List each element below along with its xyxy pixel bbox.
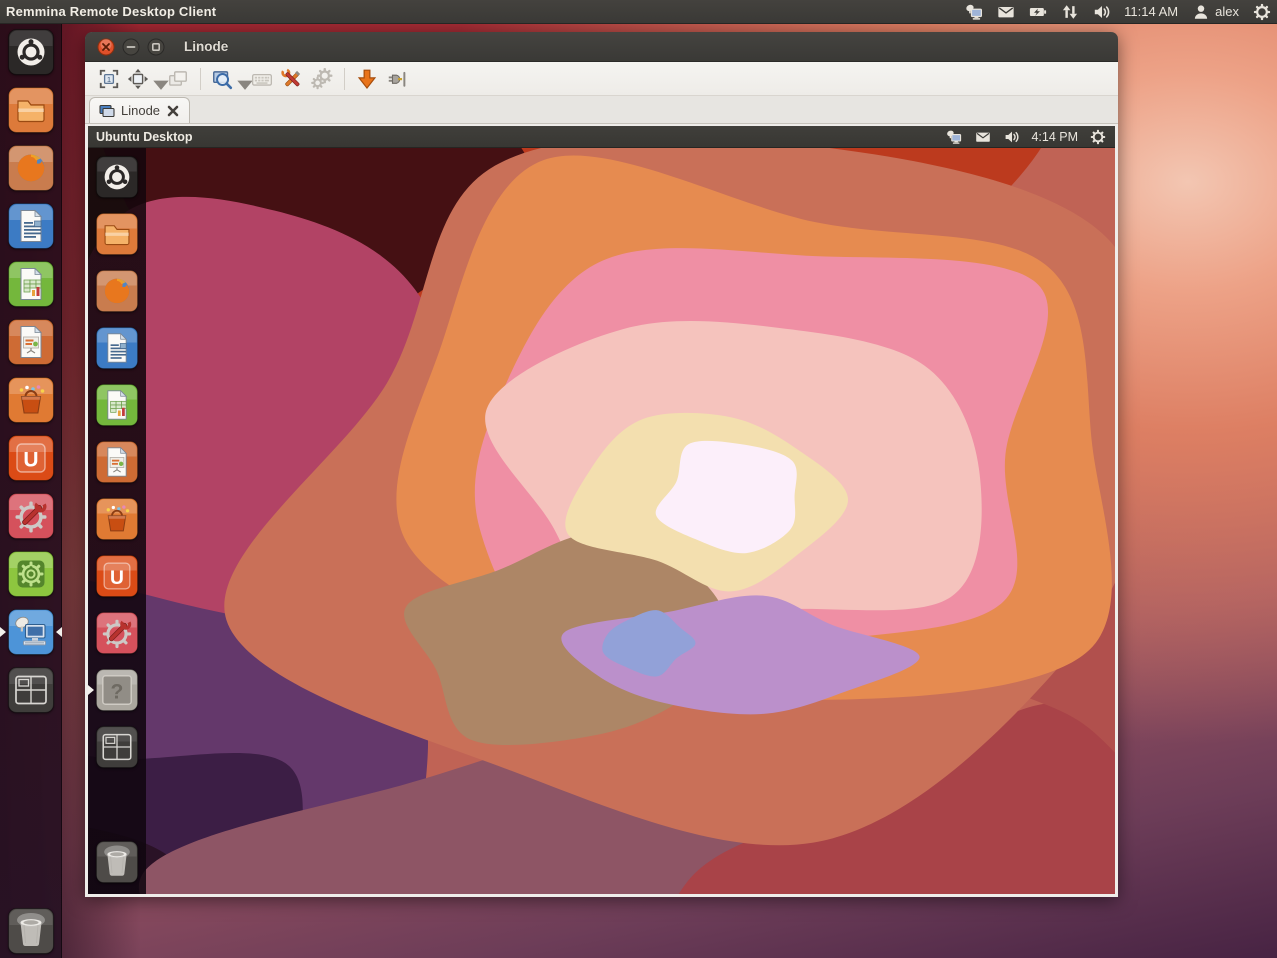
host-unity-launcher: U <box>0 24 62 958</box>
running-indicator-arrow <box>0 627 6 637</box>
session-gear-icon[interactable] <box>1252 2 1271 21</box>
tab-label: Linode <box>121 103 160 118</box>
firefox-icon[interactable] <box>95 269 139 313</box>
remmina-tabbar: Linode <box>85 96 1118 124</box>
workspace-switcher-icon[interactable] <box>95 725 139 769</box>
window-minimize-button[interactable] <box>122 38 140 56</box>
libreoffice-calc-icon[interactable] <box>95 383 139 427</box>
duplicate-connection-button <box>164 65 192 93</box>
remote-menu-label[interactable]: Ubuntu Desktop <box>96 130 193 144</box>
toolbar-separator <box>344 68 345 90</box>
remote-focused-indicator-arrow <box>88 685 94 695</box>
svg-text:U: U <box>110 568 124 589</box>
remmina-window: Linode 1 Linode Ubuntu Desktop 4:14 PM <box>85 32 1118 897</box>
remote-session-gear-icon[interactable] <box>1088 127 1107 146</box>
grab-keyboard-button <box>248 65 276 93</box>
svg-text:?: ? <box>111 680 124 703</box>
trash-icon[interactable] <box>7 907 55 955</box>
user-menu[interactable]: alex <box>1191 2 1239 21</box>
username-label: alex <box>1215 4 1239 19</box>
volume-icon[interactable] <box>1092 2 1111 21</box>
window-title: Linode <box>184 39 228 54</box>
files-icon[interactable] <box>95 212 139 256</box>
workspace-switcher-icon[interactable] <box>7 666 55 714</box>
libreoffice-calc-icon[interactable] <box>7 260 55 308</box>
active-app-title: Remmina Remote Desktop Client <box>6 4 216 19</box>
remote-wallpaper <box>88 148 1115 894</box>
remote-clock[interactable]: 4:14 PM <box>1031 130 1078 144</box>
volume-icon[interactable] <box>1002 127 1021 146</box>
screen: Remmina Remote Desktop Client 11:14 AM a… <box>0 0 1277 958</box>
user-icon <box>1191 2 1210 21</box>
focused-indicator-arrow <box>56 627 62 637</box>
remmina-titlebar[interactable]: Linode <box>85 32 1118 62</box>
svg-text:U: U <box>23 449 38 472</box>
fullscreen-button[interactable]: 1 <box>95 65 123 93</box>
preferences-button <box>308 65 336 93</box>
files-icon[interactable] <box>7 86 55 134</box>
libreoffice-writer-icon[interactable] <box>7 202 55 250</box>
system-settings-icon[interactable] <box>7 492 55 540</box>
software-updater-icon[interactable] <box>7 550 55 598</box>
trash-icon[interactable] <box>95 840 139 884</box>
remmina-icon[interactable] <box>7 608 55 656</box>
libreoffice-writer-icon[interactable] <box>95 326 139 370</box>
window-maximize-button[interactable] <box>147 38 165 56</box>
libreoffice-impress-icon[interactable] <box>95 440 139 484</box>
disconnect-button[interactable] <box>383 65 411 93</box>
firefox-icon[interactable] <box>7 144 55 192</box>
remmina-toolbar: 1 <box>85 62 1118 96</box>
remmina-tray-icon[interactable] <box>964 2 983 21</box>
svg-text:1: 1 <box>107 75 111 84</box>
dash-home-icon[interactable] <box>95 155 139 199</box>
mail-icon[interactable] <box>973 127 992 146</box>
remote-top-panel: Ubuntu Desktop 4:14 PM <box>88 126 1115 148</box>
libreoffice-impress-icon[interactable] <box>7 318 55 366</box>
remmina-tray-icon[interactable] <box>944 127 963 146</box>
tab-linode[interactable]: Linode <box>89 97 190 123</box>
toolbar-separator <box>200 68 201 90</box>
window-close-button[interactable] <box>97 38 115 56</box>
remote-indicator-area: 4:14 PM <box>944 127 1107 146</box>
system-settings-icon[interactable] <box>95 611 139 655</box>
minimize-connection-button[interactable] <box>353 65 381 93</box>
ubuntu-one-icon[interactable]: U <box>7 434 55 482</box>
ubuntu-one-icon[interactable]: U <box>95 554 139 598</box>
tools-button[interactable] <box>278 65 306 93</box>
host-top-panel: Remmina Remote Desktop Client 11:14 AM a… <box>0 0 1277 24</box>
fit-window-button[interactable] <box>125 65 162 93</box>
network-traffic-icon[interactable] <box>1060 2 1079 21</box>
battery-icon[interactable] <box>1028 2 1047 21</box>
mail-icon[interactable] <box>996 2 1015 21</box>
tab-close-icon[interactable] <box>166 104 180 118</box>
remote-desktop-viewport[interactable]: Ubuntu Desktop 4:14 PM U ? <box>85 124 1118 897</box>
host-indicator-area: 11:14 AM alex <box>964 2 1271 21</box>
scaled-mode-button[interactable] <box>209 65 246 93</box>
software-center-icon[interactable] <box>7 376 55 424</box>
unknown-app-icon[interactable]: ? <box>95 668 139 712</box>
remote-unity-launcher: U ? <box>88 148 146 894</box>
host-clock[interactable]: 11:14 AM <box>1124 4 1178 19</box>
dash-home-icon[interactable] <box>7 28 55 76</box>
software-center-icon[interactable] <box>95 497 139 541</box>
tab-monitor-icon <box>99 103 115 119</box>
